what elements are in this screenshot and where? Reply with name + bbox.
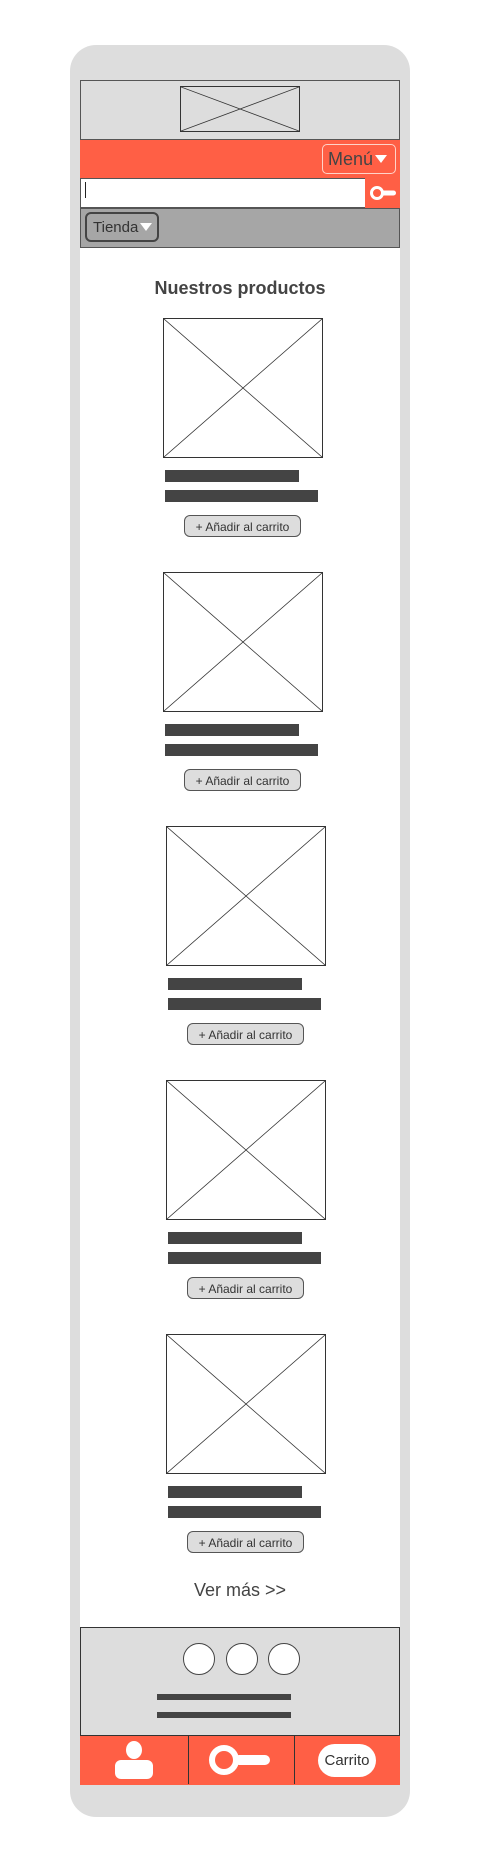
logo-image[interactable] bbox=[180, 86, 300, 132]
search-icon bbox=[209, 1745, 270, 1775]
search-input[interactable] bbox=[80, 178, 366, 208]
product-image[interactable] bbox=[166, 1334, 326, 1474]
product-price-placeholder bbox=[165, 490, 318, 502]
text-cursor bbox=[85, 182, 86, 198]
product-image[interactable] bbox=[163, 318, 323, 458]
product-price-placeholder bbox=[168, 998, 321, 1010]
add-to-cart-button[interactable]: + Añadir al carrito bbox=[187, 1531, 304, 1553]
product-name-placeholder bbox=[165, 470, 299, 482]
section-title: Nuestros productos bbox=[154, 278, 326, 298]
shop-dropdown[interactable]: Tienda bbox=[85, 212, 159, 242]
cart-label: Carrito bbox=[318, 1743, 376, 1777]
tab-account[interactable] bbox=[80, 1736, 189, 1784]
social-icon[interactable] bbox=[226, 1643, 258, 1675]
menu-button[interactable]: Menú bbox=[321, 144, 396, 174]
search-bar bbox=[80, 178, 400, 208]
product-price-placeholder bbox=[165, 744, 318, 756]
product-image[interactable] bbox=[163, 572, 323, 712]
add-to-cart-button[interactable]: + Añadir al carrito bbox=[187, 1023, 304, 1045]
see-more-link[interactable]: Ver más >> bbox=[80, 1580, 400, 1601]
add-to-cart-button[interactable]: + Añadir al carrito bbox=[187, 1277, 304, 1299]
chevron-down-icon bbox=[140, 223, 153, 231]
add-to-cart-button[interactable]: + Añadir al carrito bbox=[184, 515, 301, 537]
product-price-placeholder bbox=[168, 1506, 321, 1518]
search-icon bbox=[370, 186, 396, 200]
add-to-cart-button[interactable]: + Añadir al carrito bbox=[184, 769, 301, 791]
product-name-placeholder bbox=[168, 978, 302, 990]
filter-bar: Tienda bbox=[80, 208, 400, 248]
chevron-down-icon bbox=[375, 155, 387, 163]
product-name-placeholder bbox=[168, 1486, 302, 1498]
search-button[interactable] bbox=[365, 178, 400, 208]
product-name-placeholder bbox=[165, 724, 299, 736]
product-image[interactable] bbox=[166, 826, 326, 966]
footer bbox=[80, 1627, 400, 1736]
product-image[interactable] bbox=[166, 1080, 326, 1220]
tab-cart[interactable]: Carrito bbox=[294, 1736, 400, 1784]
nav-bar: Menú bbox=[80, 140, 400, 178]
header bbox=[80, 80, 400, 140]
product-name-placeholder bbox=[168, 1232, 302, 1244]
user-icon bbox=[115, 1741, 153, 1779]
bottom-tab-bar: Carrito bbox=[80, 1736, 400, 1785]
tab-search[interactable] bbox=[188, 1736, 295, 1784]
shop-label: Tienda bbox=[93, 218, 139, 236]
app-screen: Menú Tienda Nuestros productos + Añadir … bbox=[80, 80, 400, 1785]
social-icon[interactable] bbox=[268, 1643, 300, 1675]
menu-label: Menú bbox=[327, 149, 373, 169]
social-icon[interactable] bbox=[183, 1643, 215, 1675]
footer-text-placeholder bbox=[157, 1694, 291, 1700]
footer-text-placeholder bbox=[157, 1712, 291, 1718]
product-price-placeholder bbox=[168, 1252, 321, 1264]
